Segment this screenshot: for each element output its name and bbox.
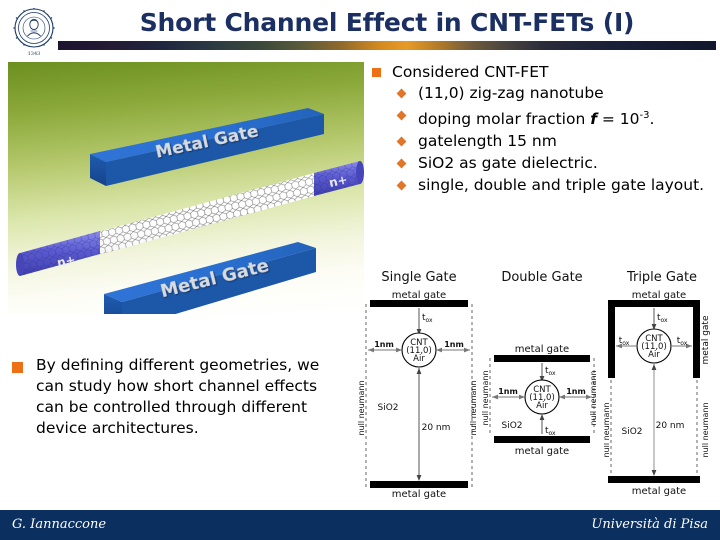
- contact-left-text: n+: [56, 252, 77, 270]
- title-divider-band: [58, 41, 716, 50]
- bullet-item-gatelength: gatelength 15 nm: [372, 131, 716, 152]
- bullet-item-dielectric: SiO2 as gate dielectric.: [372, 153, 716, 174]
- sg-left-gap: 1nm: [374, 340, 394, 349]
- tg-tox-top-label: tox: [657, 313, 668, 324]
- diagram-single-gate: Single Gate metal gate null neumann null…: [357, 270, 480, 504]
- dg-dielectric-label: SiO2: [501, 421, 522, 431]
- summary-paragraph: By defining different geometries, we can…: [12, 355, 342, 439]
- diamond-bullet-icon: [396, 158, 407, 169]
- tg-tox-left-label: tox: [619, 336, 630, 347]
- top-metal-gate-slab: Metal Gate: [90, 108, 324, 186]
- bullet-heading-label: Considered CNT-FET: [392, 63, 549, 81]
- bullet-item-label: SiO2 as gate dielectric.: [418, 154, 598, 173]
- square-bullet-icon: [372, 68, 381, 77]
- bullet-item-label: single, double and triple gate layout.: [418, 176, 705, 195]
- tg-tox-right-label: tox: [677, 336, 688, 347]
- footer-author: G. Iannaccone: [12, 517, 107, 532]
- doping-mid-text: = 10: [596, 110, 640, 129]
- sg-bc-left: null neumann: [358, 380, 366, 435]
- sg-bc-right: null neumann: [469, 380, 478, 435]
- diamond-bullet-icon: [396, 180, 407, 191]
- svg-text:1343: 1343: [28, 51, 41, 57]
- square-bullet-icon: [12, 362, 23, 373]
- bullet-item-nanotube: (11,0) zig-zag nanotube: [372, 83, 716, 104]
- sg-tox-label: tox: [422, 313, 433, 324]
- bullet-item-doping: doping molar fraction f = 10-3.: [372, 105, 716, 130]
- sg-bottom-gate-label: metal gate: [392, 489, 446, 500]
- dg-left-gap: 1nm: [498, 387, 518, 396]
- bullet-list: Considered CNT-FET (11,0) zig-zag nanotu…: [372, 62, 716, 197]
- doping-pre-text: doping molar fraction: [418, 110, 591, 129]
- tg-bc-right: null neumann: [701, 402, 710, 457]
- diagram-double-gate-title: Double Gate: [501, 270, 583, 285]
- diagram-triple-gate-title: Triple Gate: [626, 270, 698, 285]
- sg-top-gate-label: metal gate: [392, 290, 446, 301]
- tg-bc-left: null neumann: [604, 402, 611, 457]
- tg-cnt-l3: Air: [648, 350, 660, 360]
- diamond-bullet-icon: [396, 110, 407, 121]
- dg-tox-top-label: tox: [545, 366, 556, 377]
- tg-height-label: 20 nm: [656, 421, 685, 431]
- doping-symbol: f: [590, 110, 597, 129]
- university-seal-logo: 1343: [6, 2, 62, 58]
- footer-bar: G. Iannaccone Università di Pisa: [0, 510, 720, 540]
- bullet-item-label: gatelength 15 nm: [418, 132, 557, 151]
- footer-institution: Università di Pisa: [591, 517, 708, 532]
- bullet-item-label: (11,0) zig-zag nanotube: [418, 84, 604, 102]
- sg-cnt-l3: Air: [413, 354, 425, 364]
- diamond-bullet-icon: [396, 136, 407, 147]
- cnt-fet-3d-illustration: Metal Gate n+ n+ Metal Gate: [8, 62, 364, 314]
- summary-paragraph-text: By defining different geometries, we can…: [36, 356, 320, 437]
- dg-tox-bottom-label: tox: [545, 426, 556, 437]
- diamond-bullet-icon: [396, 88, 407, 99]
- doping-exponent: -3: [639, 110, 650, 121]
- diagram-single-gate-title: Single Gate: [381, 270, 457, 285]
- tg-bottom-gate-label: metal gate: [632, 486, 686, 497]
- bullet-heading: Considered CNT-FET: [372, 62, 716, 82]
- dg-bottom-gate-label: metal gate: [515, 446, 569, 457]
- sg-height-label: 20 nm: [422, 423, 451, 433]
- bottom-metal-gate-slab: Metal Gate: [104, 242, 316, 314]
- dg-bc-right: null neumann: [589, 370, 598, 425]
- diagram-double-gate: Double Gate metal gate null neumann null…: [480, 270, 604, 504]
- bullet-item-label: doping molar fraction f = 10-3.: [418, 110, 654, 128]
- diagram-triple-gate: Triple Gate metal gate metal gate null n…: [602, 270, 720, 504]
- doping-post-text: .: [649, 110, 655, 129]
- sg-dielectric-label: SiO2: [377, 403, 398, 413]
- dg-top-gate-label: metal gate: [515, 344, 569, 355]
- page-title: Short Channel Effect in CNT-FETs (I): [139, 8, 635, 37]
- dg-cnt-l3: Air: [536, 401, 548, 411]
- dg-bc-left: null neumann: [481, 370, 490, 425]
- sg-right-gap: 1nm: [444, 340, 464, 349]
- tg-top-gate-label: metal gate: [632, 290, 686, 301]
- bullet-item-layout: single, double and triple gate layout.: [372, 175, 716, 196]
- dg-right-gap: 1nm: [566, 387, 586, 396]
- tg-side-gate-right-label: metal gate: [701, 315, 711, 364]
- tg-dielectric-label: SiO2: [621, 427, 642, 437]
